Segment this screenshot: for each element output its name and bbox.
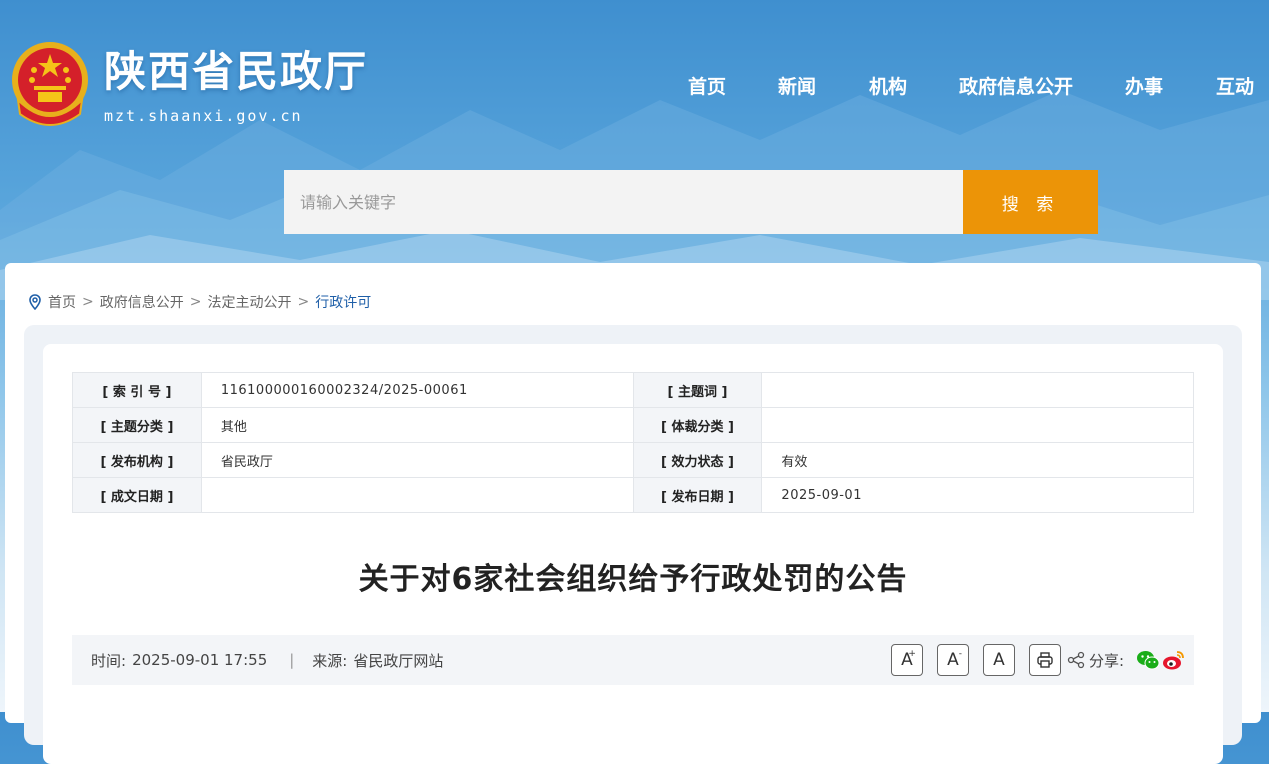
meta-label: [ 发布日期 ]	[632, 477, 763, 513]
meta-info-table: [ 索 引 号 ] 116100000160002324/2025-00061 …	[72, 372, 1194, 513]
breadcrumb-separator: >	[189, 294, 202, 310]
meta-value-publisher: 省民政厅	[200, 442, 634, 478]
font-decrease-label: A	[947, 650, 959, 670]
wechat-icon[interactable]	[1136, 649, 1160, 671]
meta-label: [ 主题分类 ]	[72, 407, 202, 443]
print-button[interactable]	[1028, 644, 1061, 676]
meta-label: [ 索 引 号 ]	[72, 372, 202, 408]
site-header: 陕西省民政厅 mzt.shaanxi.gov.cn 首页 新闻 机构 政府信息公…	[0, 0, 1269, 260]
info-divider: |	[289, 651, 295, 669]
meta-label: [ 体裁分类 ]	[632, 407, 763, 443]
nav-item-organization[interactable]: 机构	[869, 72, 907, 99]
share-icon	[1067, 651, 1085, 669]
meta-label: [ 发布机构 ]	[72, 442, 202, 478]
meta-label: [ 效力状态 ]	[632, 442, 763, 478]
meta-label: [ 主题词 ]	[632, 372, 763, 408]
breadcrumb: 首页 > 政府信息公开 > 法定主动公开 > 行政许可	[27, 291, 371, 313]
meta-value-written-date	[200, 477, 634, 513]
main-nav: 首页 新闻 机构 政府信息公开 办事 互动	[0, 72, 1269, 102]
font-default-button[interactable]: A	[982, 644, 1015, 676]
table-row: [ 主题分类 ] 其他 [ 体裁分类 ]	[72, 407, 1194, 443]
nav-item-home[interactable]: 首页	[688, 72, 726, 99]
meta-value-publish-date: 2025-09-01	[761, 477, 1194, 513]
plus-icon: +	[908, 649, 916, 659]
article-tools: A + A- A 分享:	[877, 635, 1186, 685]
time-label: 时间:	[91, 651, 127, 670]
minus-icon: -	[958, 649, 962, 659]
font-default-label: A	[993, 650, 1005, 670]
location-pin-icon	[29, 294, 41, 310]
meta-value-validity: 有效	[761, 442, 1194, 478]
table-row: [ 发布机构 ] 省民政厅 [ 效力状态 ] 有效	[72, 442, 1194, 478]
font-decrease-button[interactable]: A-	[936, 644, 969, 676]
nav-item-services[interactable]: 办事	[1125, 72, 1163, 99]
weibo-icon[interactable]	[1162, 649, 1186, 671]
nav-item-gov-info[interactable]: 政府信息公开	[959, 72, 1073, 99]
breadcrumb-current[interactable]: 行政许可	[315, 292, 371, 312]
article-info-bar: 时间: 2025-09-01 17:55 | 来源: 省民政厅网站 A + A- …	[72, 635, 1194, 685]
breadcrumb-separator: >	[297, 294, 310, 310]
printer-icon	[1037, 652, 1053, 668]
breadcrumb-statutory-disclosure[interactable]: 法定主动公开	[207, 292, 291, 312]
nav-item-news[interactable]: 新闻	[778, 72, 816, 99]
breadcrumb-home[interactable]: 首页	[48, 292, 76, 312]
font-increase-button[interactable]: A +	[890, 644, 923, 676]
table-row: [ 索 引 号 ] 116100000160002324/2025-00061 …	[72, 372, 1194, 408]
content-card: 首页 > 政府信息公开 > 法定主动公开 > 行政许可 [ 索 引 号 ] 11…	[5, 263, 1261, 764]
article-panel: [ 索 引 号 ] 116100000160002324/2025-00061 …	[43, 344, 1223, 764]
nav-item-interaction[interactable]: 互动	[1216, 72, 1254, 99]
search-button[interactable]: 搜 索	[963, 170, 1098, 234]
source-label: 来源:	[312, 651, 348, 670]
article-container: [ 索 引 号 ] 116100000160002324/2025-00061 …	[24, 325, 1242, 764]
search-input[interactable]	[284, 170, 963, 234]
site-domain: mzt.shaanxi.gov.cn	[104, 107, 303, 125]
article-meta: 时间: 2025-09-01 17:55 | 来源: 省民政厅网站	[91, 635, 443, 685]
meta-label: [ 成文日期 ]	[72, 477, 202, 513]
meta-value-genre-category	[761, 407, 1194, 443]
share-label: 分享:	[1088, 651, 1124, 670]
time-value: 2025-09-01 17:55	[132, 651, 268, 669]
source-value: 省民政厅网站	[353, 651, 444, 670]
breadcrumb-separator: >	[82, 294, 94, 310]
article-title: 关于对6家社会组织给予行政处罚的公告	[358, 562, 908, 597]
table-row: [ 成文日期 ] [ 发布日期 ] 2025-09-01	[72, 477, 1194, 513]
breadcrumb-gov-info[interactable]: 政府信息公开	[100, 292, 184, 312]
meta-value-index-number: 116100000160002324/2025-00061	[200, 372, 634, 408]
meta-value-topic-category: 其他	[200, 407, 634, 443]
meta-value-keywords	[761, 372, 1194, 408]
search-box: 搜 索	[284, 170, 1098, 234]
